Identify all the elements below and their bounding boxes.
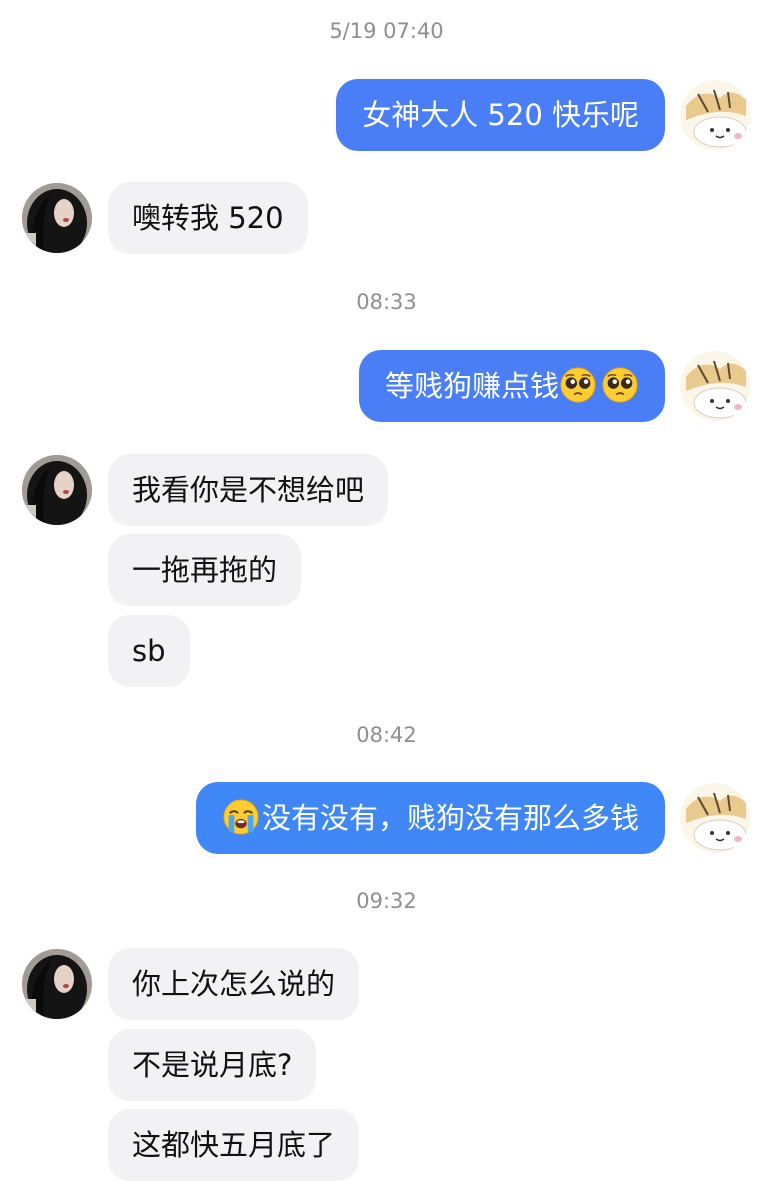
message-text: 噢转我 520: [132, 201, 284, 235]
incoming-message-bubble[interactable]: 这都快五月底了: [108, 1109, 360, 1181]
incoming-message-bubble[interactable]: 噢转我 520: [108, 182, 308, 254]
pleading-face-icon: [601, 366, 639, 404]
timestamp: 08:33: [356, 290, 417, 314]
incoming-message-bubble[interactable]: 我看你是不想给吧: [108, 454, 389, 526]
cartoon-cat-avatar-icon: [680, 351, 750, 421]
incoming-message-bubble[interactable]: sb: [108, 615, 190, 687]
girl-photo-avatar-icon: [22, 455, 92, 525]
pleading-face-icon: [559, 366, 597, 404]
incoming-message-bubble[interactable]: 一拖再拖的: [108, 534, 302, 606]
message-text: 你上次怎么说的: [132, 967, 336, 1001]
self-avatar[interactable]: [680, 80, 750, 150]
timestamp: 5/19 07:40: [329, 19, 444, 43]
incoming-message-bubble[interactable]: 你上次怎么说的: [108, 948, 360, 1020]
cartoon-cat-avatar-icon: [680, 80, 750, 150]
contact-avatar[interactable]: [22, 183, 92, 253]
message-text: 等贱狗赚点钱: [384, 369, 559, 403]
loudly-crying-face-icon: [222, 798, 260, 836]
message-text: sb: [132, 634, 166, 668]
girl-photo-avatar-icon: [22, 183, 92, 253]
message-text: 这都快五月底了: [132, 1128, 336, 1162]
contact-avatar[interactable]: [22, 949, 92, 1019]
self-avatar[interactable]: [680, 783, 750, 853]
message-text: 女神大人 520 快乐呢: [362, 98, 639, 132]
incoming-message-bubble[interactable]: 不是说月底?: [108, 1029, 317, 1101]
message-text: 一拖再拖的: [132, 553, 278, 587]
cartoon-cat-avatar-icon: [680, 783, 750, 853]
message-text: 没有没有，贱狗没有那么多钱: [261, 801, 639, 835]
timestamp: 08:42: [356, 723, 417, 747]
self-avatar[interactable]: [680, 351, 750, 421]
outgoing-message-bubble[interactable]: 女神大人 520 快乐呢: [336, 79, 665, 151]
outgoing-message-bubble[interactable]: 没有没有，贱狗没有那么多钱: [195, 782, 665, 854]
contact-avatar[interactable]: [22, 455, 92, 525]
girl-photo-avatar-icon: [22, 949, 92, 1019]
message-text: 我看你是不想给吧: [132, 473, 365, 507]
message-text: 不是说月底?: [132, 1048, 293, 1082]
timestamp: 09:32: [356, 889, 417, 913]
outgoing-message-bubble[interactable]: 等贱狗赚点钱: [358, 350, 665, 422]
